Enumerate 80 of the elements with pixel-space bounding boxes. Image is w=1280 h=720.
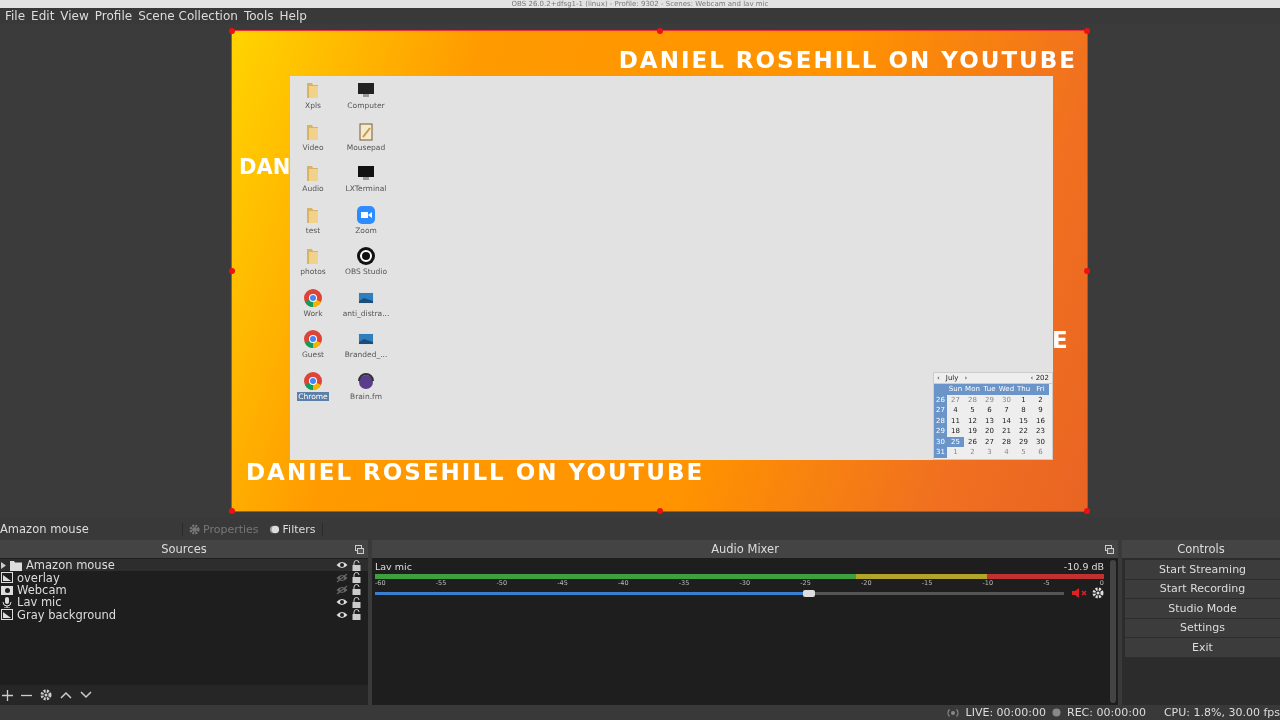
dock-title: Audio Mixer	[711, 542, 779, 556]
headphones-icon[interactable]	[356, 370, 376, 391]
menu-item[interactable]: Profile	[91, 9, 136, 23]
banner-text: DAN	[239, 155, 291, 179]
scrollbar[interactable]	[1110, 560, 1116, 703]
settings-icon[interactable]	[40, 689, 52, 701]
image-icon	[1, 609, 13, 621]
add-icon[interactable]	[2, 689, 13, 701]
eye-icon[interactable]	[336, 560, 348, 571]
control-button[interactable]: Studio Mode	[1125, 599, 1280, 618]
source-item[interactable]: overlay	[0, 571, 368, 584]
dock-title: Controls	[1177, 542, 1225, 556]
unlocked-icon[interactable]	[352, 584, 361, 596]
volume-reading: -10.9 dB	[1063, 561, 1104, 572]
control-button[interactable]: Exit	[1125, 638, 1280, 657]
unlocked-icon[interactable]	[352, 609, 361, 621]
control-button[interactable]: Start Recording	[1125, 579, 1280, 598]
menu-item[interactable]: Edit	[28, 9, 58, 23]
expand-arrow-icon[interactable]	[1, 561, 6, 569]
menu-item[interactable]: File	[2, 9, 29, 23]
source-name: Lav mic	[17, 595, 62, 610]
recording-timer: REC: 00:00:00	[1067, 706, 1146, 719]
move-down-icon[interactable]	[80, 691, 92, 699]
source-name: Webcam	[17, 583, 68, 597]
source-name: Amazon mouse	[26, 558, 116, 573]
menu-item[interactable]: Scene Collection	[135, 9, 241, 23]
record-dot-icon	[1052, 708, 1061, 717]
filter-icon	[268, 523, 280, 535]
settings-icon[interactable]	[1092, 587, 1104, 599]
microphone-icon	[1, 596, 13, 608]
undock-icon[interactable]	[1105, 545, 1114, 554]
source-name: Gray background	[17, 607, 118, 622]
resize-handle[interactable]	[656, 508, 663, 514]
cpu-usage: CPU: 1.8%, 30.00 fps	[1163, 706, 1280, 719]
video-camera-icon[interactable]	[356, 204, 376, 225]
browser-icon[interactable]	[303, 329, 323, 349]
menu-item[interactable]: Tools	[240, 9, 277, 23]
settings-icon	[189, 523, 200, 535]
live-timer: LIVE: 00:00:00	[965, 706, 1046, 719]
eye-icon[interactable]	[336, 597, 348, 608]
resize-handle[interactable]	[229, 28, 235, 34]
broadcast-icon	[945, 707, 960, 718]
source-item[interactable]: Webcam	[0, 583, 368, 597]
menu-item[interactable]: Help	[276, 9, 310, 23]
control-button[interactable]: Start Streaming	[1125, 560, 1280, 579]
unlocked-icon[interactable]	[352, 572, 361, 584]
unlocked-icon[interactable]	[352, 596, 361, 608]
obs-logo-icon[interactable]	[356, 246, 376, 266]
slider-thumb[interactable]	[803, 589, 816, 597]
monitor-icon[interactable]	[356, 80, 376, 100]
browser-icon[interactable]	[303, 287, 323, 308]
eye-icon[interactable]	[336, 609, 348, 620]
resize-handle[interactable]	[1084, 268, 1090, 274]
control-button[interactable]: Settings	[1125, 618, 1280, 637]
undock-icon[interactable]	[355, 545, 364, 554]
source-item[interactable]: Gray background	[0, 608, 368, 621]
unlocked-icon[interactable]	[352, 559, 361, 571]
resize-handle[interactable]	[656, 28, 663, 34]
terminal-icon[interactable]	[356, 163, 376, 183]
remove-icon[interactable]	[21, 693, 32, 697]
selected-source-label: Amazon mouse	[0, 522, 90, 536]
move-up-icon[interactable]	[60, 691, 72, 699]
filters-button[interactable]: Filters	[266, 522, 318, 536]
muted-speaker-icon[interactable]	[1072, 587, 1088, 599]
source-name: overlay	[17, 570, 60, 585]
menu-item[interactable]: View	[57, 9, 92, 23]
source-item[interactable]: Amazon mouse	[0, 559, 368, 572]
image-icon	[1, 572, 13, 584]
banner-text: E	[1052, 327, 1070, 353]
channel-name: Lav mic	[375, 561, 412, 572]
resize-handle[interactable]	[229, 268, 235, 274]
dock-title: Sources	[161, 542, 207, 556]
browser-icon[interactable]	[303, 370, 323, 391]
banner-text: DANIEL ROSEHILL ON YOUTUBE	[618, 47, 1077, 73]
source-item[interactable]: Lav mic	[0, 596, 368, 609]
banner-text: DANIEL ROSEHILL ON YOUTUBE	[246, 459, 705, 485]
volume-slider[interactable]	[375, 591, 1064, 595]
resize-handle[interactable]	[1084, 508, 1090, 514]
resize-handle[interactable]	[1084, 28, 1090, 34]
resize-handle[interactable]	[229, 508, 235, 514]
